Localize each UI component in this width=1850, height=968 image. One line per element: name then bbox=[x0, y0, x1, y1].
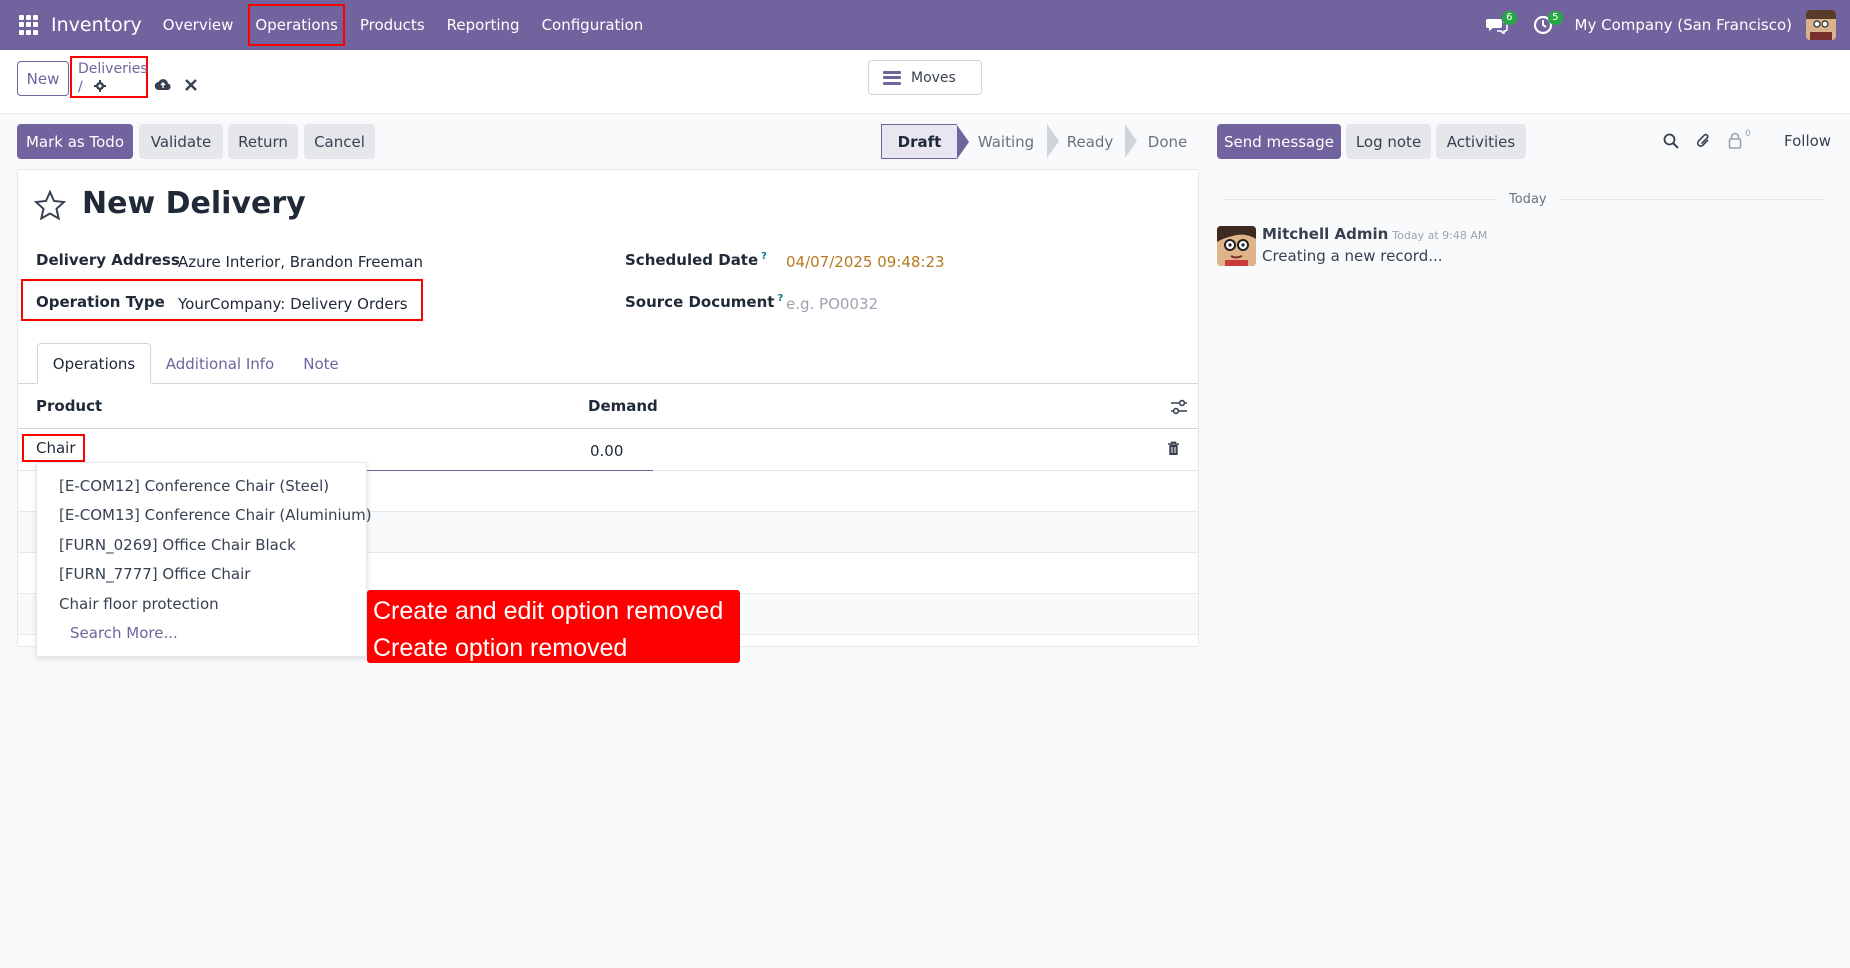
author-avatar[interactable] bbox=[1217, 226, 1256, 266]
dropdown-option[interactable]: [FURN_0269] Office Chair Black bbox=[59, 536, 296, 554]
validate-button[interactable]: Validate bbox=[139, 124, 223, 159]
breadcrumb: Deliveries / bbox=[70, 56, 148, 98]
source-document-label-text: Source Document bbox=[625, 293, 775, 311]
log-note-button[interactable]: Log note bbox=[1346, 124, 1431, 159]
source-document-field[interactable]: e.g. PO0032 bbox=[786, 295, 878, 313]
app-name[interactable]: Inventory bbox=[51, 14, 142, 36]
return-button[interactable]: Return bbox=[228, 124, 298, 159]
breadcrumb-separator: / bbox=[78, 79, 83, 95]
message-time: Today at 9:48 AM bbox=[1392, 229, 1488, 242]
annotation-line-1: Create and edit option removed bbox=[373, 597, 724, 625]
menu-products[interactable]: Products bbox=[349, 0, 436, 50]
annotation-callout: Create and edit option removed Create op… bbox=[367, 590, 740, 663]
menu-reporting[interactable]: Reporting bbox=[436, 0, 531, 50]
scheduled-date-label: Scheduled Date? bbox=[625, 251, 767, 269]
messages-icon[interactable]: 6 bbox=[1483, 11, 1517, 39]
message-author: Mitchell Admin Today at 9:48 AM bbox=[1262, 225, 1487, 243]
record-title[interactable]: New Delivery bbox=[82, 186, 306, 221]
menu-configuration[interactable]: Configuration bbox=[531, 0, 655, 50]
field-underline bbox=[365, 470, 653, 471]
top-navbar: Inventory Overview Operations Products R… bbox=[0, 0, 1850, 50]
annotation-line-2: Create option removed bbox=[373, 634, 628, 662]
delivery-address-field[interactable]: Azure Interior, Brandon Freeman bbox=[178, 253, 423, 271]
dropdown-option[interactable]: [FURN_7777] Office Chair bbox=[59, 565, 250, 583]
moves-smart-button[interactable]: Moves bbox=[868, 60, 982, 95]
demand-field[interactable]: 0.00 bbox=[590, 442, 623, 460]
followers-lock-icon[interactable] bbox=[1728, 132, 1742, 149]
discard-x-icon[interactable] bbox=[185, 79, 197, 91]
dropdown-option[interactable]: [E-COM13] Conference Chair (Aluminium) bbox=[59, 506, 372, 524]
scheduled-date-field[interactable]: 04/07/2025 09:48:23 bbox=[786, 253, 945, 271]
activities-clock-icon[interactable]: 5 bbox=[1529, 11, 1563, 39]
user-avatar[interactable] bbox=[1806, 10, 1836, 40]
stage-done-label: Done bbox=[1147, 132, 1188, 151]
column-demand[interactable]: Demand bbox=[588, 397, 658, 415]
breadcrumb-deliveries[interactable]: Deliveries bbox=[78, 61, 148, 77]
tab-additional-info[interactable]: Additional Info bbox=[160, 343, 280, 384]
stage-draft-label: Draft bbox=[897, 132, 942, 151]
message-body: Creating a new record... bbox=[1262, 247, 1443, 265]
app-grid-icon[interactable] bbox=[19, 15, 39, 35]
source-document-label: Source Document? bbox=[625, 293, 783, 311]
dropdown-option[interactable]: [E-COM12] Conference Chair (Steel) bbox=[59, 477, 329, 495]
control-panel: New Deliveries / Moves bbox=[0, 50, 1850, 114]
cancel-button[interactable]: Cancel bbox=[304, 124, 375, 159]
product-input[interactable]: Chair bbox=[22, 434, 85, 462]
dropdown-option[interactable]: Chair floor protection bbox=[59, 595, 219, 613]
activities-button[interactable]: Activities bbox=[1436, 124, 1526, 159]
company-switcher[interactable]: My Company (San Francisco) bbox=[1575, 16, 1792, 34]
help-icon[interactable]: ? bbox=[777, 293, 783, 304]
tab-note[interactable]: Note bbox=[294, 343, 348, 384]
activities-badge: 5 bbox=[1548, 11, 1563, 25]
menu-overview[interactable]: Overview bbox=[152, 0, 245, 50]
status-bar: Draft Waiting Ready Done bbox=[881, 124, 1202, 159]
date-divider-label: Today bbox=[1497, 192, 1559, 207]
messages-badge: 6 bbox=[1502, 11, 1517, 25]
stage-waiting[interactable]: Waiting bbox=[957, 124, 1059, 159]
tab-operations[interactable]: Operations bbox=[37, 343, 151, 384]
autocomplete-dropdown: [E-COM12] Conference Chair (Steel) [E-CO… bbox=[36, 462, 372, 657]
mark-as-todo-button[interactable]: Mark as Todo bbox=[17, 124, 133, 159]
followers-count: 0 bbox=[1745, 129, 1751, 139]
operation-type-label: Operation Type bbox=[36, 293, 165, 311]
cloud-save-icon[interactable] bbox=[154, 77, 172, 91]
new-button[interactable]: New bbox=[17, 61, 69, 96]
help-icon[interactable]: ? bbox=[761, 251, 767, 262]
notebook-tabs: Operations Additional Info Note bbox=[18, 343, 1198, 384]
stage-waiting-label: Waiting bbox=[977, 132, 1035, 151]
stage-ready-label: Ready bbox=[1066, 132, 1114, 151]
table-header: Product Demand bbox=[18, 384, 1198, 429]
scheduled-date-label-text: Scheduled Date bbox=[625, 251, 759, 269]
column-settings-icon[interactable] bbox=[1170, 399, 1188, 415]
stage-draft[interactable]: Draft bbox=[881, 124, 969, 159]
star-icon[interactable] bbox=[34, 190, 66, 220]
trash-icon[interactable] bbox=[1167, 441, 1180, 456]
list-icon bbox=[883, 70, 901, 85]
menu-operations[interactable]: Operations bbox=[244, 0, 348, 50]
gear-icon[interactable] bbox=[93, 80, 106, 92]
search-icon[interactable] bbox=[1663, 133, 1679, 149]
column-product[interactable]: Product bbox=[36, 397, 102, 415]
operation-type-field[interactable]: YourCompany: Delivery Orders bbox=[178, 295, 408, 313]
moves-label: Moves bbox=[911, 69, 956, 86]
search-more-link[interactable]: Search More... bbox=[70, 624, 178, 642]
paperclip-icon[interactable] bbox=[1696, 132, 1712, 150]
message-author-name[interactable]: Mitchell Admin bbox=[1262, 225, 1388, 243]
send-message-button[interactable]: Send message bbox=[1217, 124, 1341, 159]
follow-button[interactable]: Follow bbox=[1784, 132, 1831, 150]
delivery-address-label: Delivery Address bbox=[36, 251, 180, 269]
